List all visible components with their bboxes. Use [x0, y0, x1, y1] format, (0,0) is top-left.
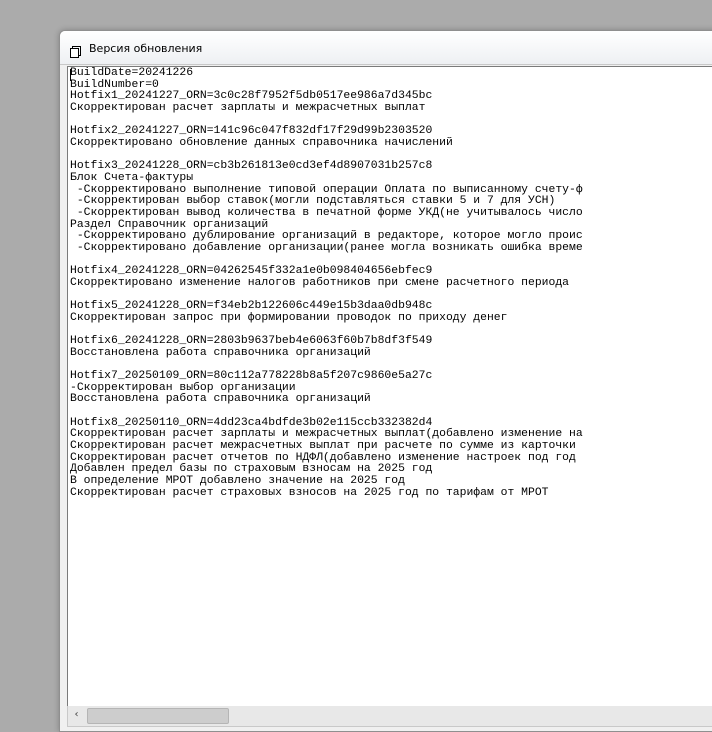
text-line: BuildNumber=0 [70, 78, 159, 91]
window-title: Версия обновления [89, 42, 203, 55]
document-icon [70, 43, 81, 58]
text-line: Hotfix2_20241227_ORN=141c96c047f832df17f… [70, 125, 433, 138]
scroll-left-arrow-icon[interactable]: ‹ [68, 706, 85, 726]
text-line: -Скорректировано выполнение типовой опер… [70, 183, 583, 196]
text-line: -Скорректирован выбор ставок(могли подст… [70, 195, 556, 208]
text-line: Раздел Справочник организаций [70, 218, 269, 231]
text-caret [70, 69, 71, 81]
text-line: -Скорректирован вывод количества в печат… [70, 206, 583, 219]
text-line: BuildDate=20241226 [70, 67, 194, 79]
text-line: Скорректирован расчет межрасчетных выпла… [70, 440, 583, 452]
text-line: Скорректирован расчет зарплаты и межрасч… [70, 101, 426, 114]
text-line: Восстановлена работа справочника организ… [70, 393, 371, 406]
text-line: Скорректирован расчет страховых взносов … [70, 486, 549, 499]
text-line: Hotfix8_20250110_ORN=4dd23ca4bdfde3b02e1… [70, 416, 433, 429]
title-bar[interactable]: Версия обновления [60, 31, 712, 65]
text-line: Hotfix1_20241227_ORN=3c0c28f7952f5db0517… [70, 90, 433, 103]
version-text: BuildDate=20241226 BuildNumber=0 Hotfix1… [68, 67, 712, 499]
text-line: Добавлен предел базы по страховым взноса… [70, 463, 433, 476]
text-line: Блок Счета-фактуры [70, 171, 194, 184]
text-line: -Скорректировано дублирование организаци… [70, 230, 583, 243]
version-text-area[interactable]: BuildDate=20241226 BuildNumber=0 Hotfix1… [67, 66, 712, 708]
scrollbar-thumb[interactable] [87, 708, 229, 724]
text-line: Скорректирован расчет отчетов по НДФЛ(до… [70, 451, 583, 464]
update-version-window: Версия обновления BuildDate=20241226 Bui… [59, 30, 712, 732]
horizontal-scrollbar[interactable]: ‹ [67, 706, 712, 727]
text-line: Скорректирован запрос при формировании п… [70, 311, 508, 324]
text-line: -Скорректирован выбор организации [70, 381, 296, 394]
text-line: Скорректировано обновление данных справо… [70, 136, 453, 149]
text-line: Hotfix3_20241228_ORN=cb3b261813e0cd3ef4d… [70, 160, 433, 173]
text-line: Восстановлена работа справочника организ… [70, 346, 371, 359]
text-line: Hotfix7_20250109_ORN=80c112a778228b8a5f2… [70, 370, 433, 383]
text-line: Скорректировано изменение налогов работн… [70, 276, 569, 289]
text-line: Скорректирован расчет зарплаты и межрасч… [70, 428, 583, 441]
text-line: В определение МРОТ добавлено значение на… [70, 474, 405, 487]
text-line: Hotfix5_20241228_ORN=f34eb2b122606c449e1… [70, 300, 433, 313]
text-line: -Скорректировано добавление организации(… [70, 241, 583, 254]
text-line: Hotfix6_20241228_ORN=2803b9637beb4e6063f… [70, 335, 433, 348]
text-line: Hotfix4_20241228_ORN=04262545f332a1e0b09… [70, 265, 433, 278]
